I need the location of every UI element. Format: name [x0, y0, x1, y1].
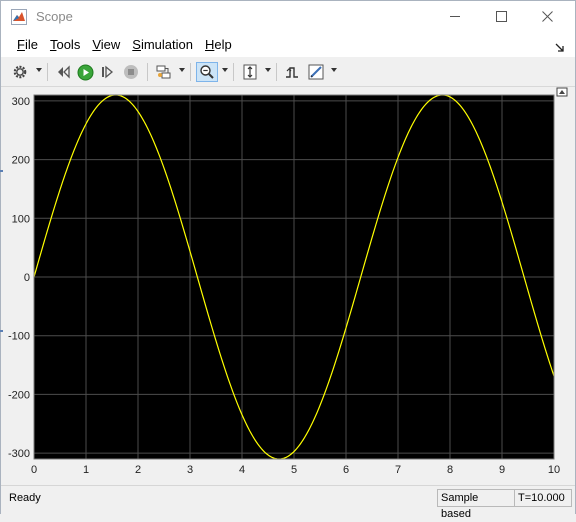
title-bar[interactable]: Scope	[1, 1, 575, 32]
scale-axes-button[interactable]	[240, 62, 260, 82]
menu-file-mnemonic: F	[17, 37, 25, 52]
toolbar-separator	[276, 63, 277, 81]
step-back-button[interactable]	[53, 62, 73, 82]
menu-help[interactable]: Help	[199, 32, 238, 57]
menu-tools[interactable]: Tools	[44, 32, 86, 57]
menu-help-mnemonic: H	[204, 37, 215, 52]
y-tick-label: 0	[24, 272, 30, 284]
x-tick-label: 2	[135, 464, 141, 476]
dock-arrow-icon[interactable]	[555, 40, 565, 52]
toolbar	[1, 58, 575, 87]
highlight-dropdown-icon[interactable]	[179, 68, 185, 72]
stop-icon	[124, 65, 138, 79]
step-forward-icon	[102, 65, 114, 79]
minimize-button[interactable]	[432, 1, 478, 32]
menu-view[interactable]: View	[86, 32, 126, 57]
highlight-block-button[interactable]	[154, 62, 174, 82]
stop-button[interactable]	[121, 62, 141, 82]
x-tick-label: 10	[548, 464, 560, 476]
x-tick-label: 6	[343, 464, 349, 476]
x-tick-label: 7	[395, 464, 401, 476]
toolbar-separator	[190, 63, 191, 81]
matlab-app-icon	[11, 8, 27, 25]
y-tick-label: 300	[12, 96, 30, 108]
status-time: T=10.000	[514, 489, 572, 507]
window-title: Scope	[36, 9, 73, 24]
background-window-edge	[0, 170, 3, 172]
x-tick-label: 9	[499, 464, 505, 476]
maximize-button[interactable]	[478, 1, 524, 32]
x-tick-label: 0	[31, 464, 37, 476]
configuration-button[interactable]	[10, 62, 30, 82]
scope-window: Scope File Tools View Simulation Help 0 …	[0, 0, 576, 520]
status-bar: Ready Sample based T=10.000	[1, 485, 575, 520]
toolbar-separator	[47, 63, 48, 81]
status-ready: Ready	[9, 492, 41, 504]
menu-tools-rest: ools	[56, 37, 81, 52]
maximize-icon	[495, 11, 507, 22]
autoscale-icon	[243, 64, 257, 80]
scope-plot[interactable]: 0 1 2 3 4 5 6 7 8 9 10 300 200 100 0 -100 -200 -300	[1, 87, 575, 485]
toolbar-separator	[147, 63, 148, 81]
y-tick-label: -300	[8, 448, 30, 460]
undock-axes-icon	[556, 87, 568, 97]
toolbar-separator	[233, 63, 234, 81]
zoom-dropdown-icon[interactable]	[222, 68, 228, 72]
menu-view-mnemonic: V	[92, 37, 101, 52]
x-tick-label: 3	[187, 464, 193, 476]
run-button[interactable]	[75, 62, 95, 82]
close-icon	[541, 11, 553, 22]
background-window-edge	[0, 330, 3, 332]
menu-simulation[interactable]: Simulation	[126, 32, 199, 57]
menu-file[interactable]: File	[11, 32, 44, 57]
menu-file-rest: ile	[24, 37, 38, 52]
menu-simulation-rest: imulation	[140, 37, 193, 52]
ruler-pen-icon	[308, 64, 324, 80]
menu-simulation-mnemonic: S	[132, 37, 141, 52]
gear-icon	[13, 65, 27, 79]
x-tick-label: 5	[291, 464, 297, 476]
x-tick-label: 8	[447, 464, 453, 476]
step-back-icon	[58, 65, 70, 79]
configuration-dropdown-icon[interactable]	[36, 68, 42, 72]
triggers-button[interactable]	[282, 62, 302, 82]
menu-help-rest: elp	[214, 37, 232, 52]
block-diagram-icon	[156, 65, 171, 79]
zoom-in-icon	[200, 65, 214, 79]
status-mode: Sample based	[437, 489, 515, 520]
measurements-dropdown-icon[interactable]	[331, 68, 337, 72]
x-tick-label: 1	[83, 464, 89, 476]
x-tick-label: 4	[239, 464, 245, 476]
menu-bar: File Tools View Simulation Help	[1, 32, 575, 57]
menu-view-rest: iew	[100, 37, 121, 52]
y-tick-label: -200	[8, 389, 30, 401]
cursor-measurements-button[interactable]	[306, 62, 326, 82]
y-tick-label: -100	[8, 331, 30, 343]
y-tick-label: 100	[12, 213, 30, 225]
zoom-button[interactable]	[196, 62, 218, 82]
play-icon	[77, 64, 93, 80]
scale-dropdown-icon[interactable]	[265, 68, 271, 72]
scope-display[interactable]: 0 1 2 3 4 5 6 7 8 9 10 300 200 100 0 -100 -200 -300	[1, 87, 575, 485]
trigger-icon	[286, 67, 298, 78]
step-forward-button[interactable]	[98, 62, 118, 82]
y-tick-label: 200	[12, 155, 30, 167]
close-button[interactable]	[524, 1, 570, 32]
minimize-icon	[449, 16, 460, 17]
